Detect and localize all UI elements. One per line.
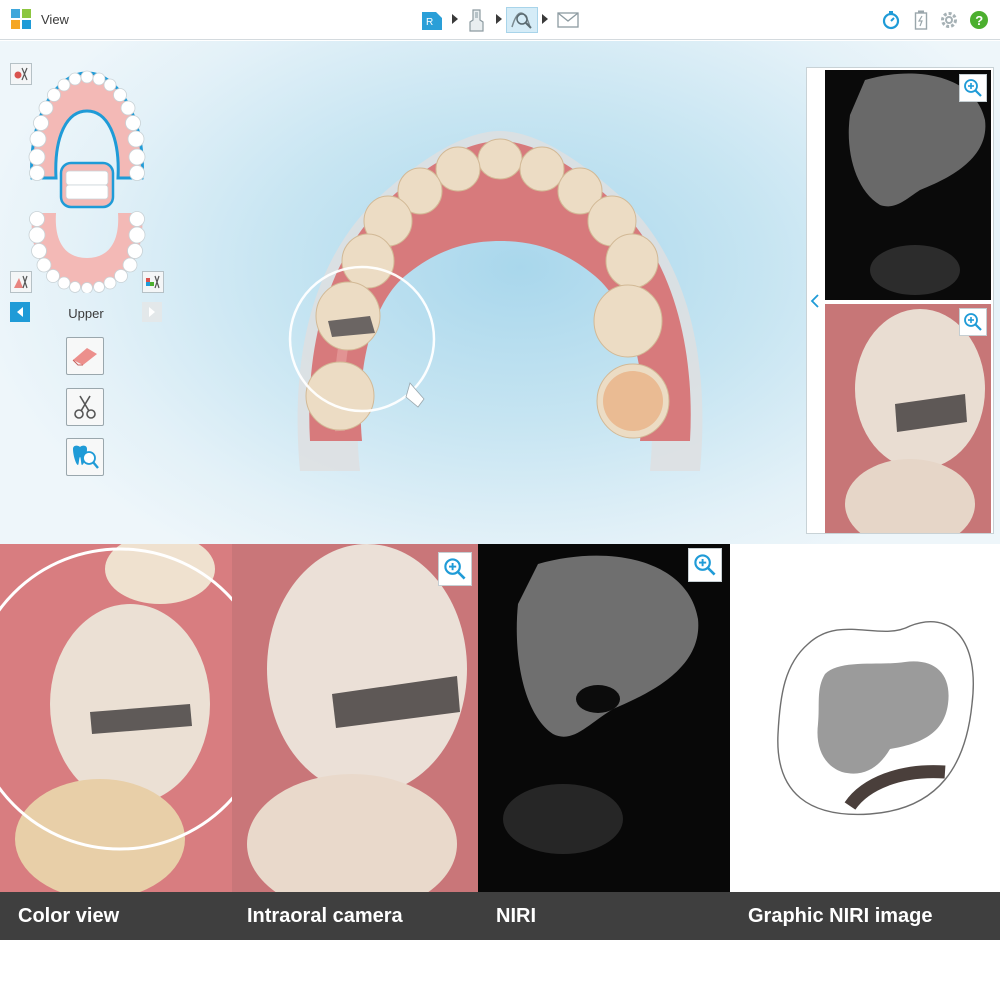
top-toolbar: View R ?	[0, 0, 1000, 40]
caption-niri: NIRI	[496, 905, 536, 927]
scan-step-icon	[469, 9, 484, 32]
comparison-strip	[0, 544, 1000, 892]
eraser-icon	[72, 348, 97, 366]
trim-scissors-icon	[74, 395, 96, 419]
zoom-in-icon	[444, 558, 466, 580]
intraoral-thumbnail-image	[845, 309, 985, 533]
chevron-left-icon	[17, 307, 23, 317]
jaw-next-button[interactable]	[142, 302, 162, 322]
help-button[interactable]: ?	[968, 9, 990, 31]
timer-icon	[882, 11, 900, 30]
color-view-image	[0, 544, 232, 892]
trim-tool-button[interactable]	[66, 388, 104, 426]
battery-icon	[914, 10, 928, 30]
upper-arch-scan[interactable]	[270, 111, 730, 521]
battery-button[interactable]	[910, 9, 932, 31]
jaw-label: Upper	[68, 306, 104, 321]
intraoral-thumbnail[interactable]	[825, 304, 991, 533]
caption-graphic-niri: Graphic NIRI image	[748, 905, 933, 927]
jaw-color-icon	[146, 275, 160, 289]
app-grid-icon[interactable]	[11, 9, 31, 29]
view-toggle-right-button[interactable]	[142, 271, 164, 293]
rx-step-button[interactable]: R	[420, 7, 444, 33]
niri-thumbnail-zoom-button[interactable]	[959, 74, 987, 102]
svg-text:?: ?	[975, 13, 983, 28]
view-step-icon	[511, 12, 532, 29]
intraoral-zoom-button[interactable]	[438, 552, 472, 586]
step-separator-icon	[452, 14, 458, 24]
view-step-button[interactable]	[506, 7, 538, 33]
intraoral-camera-illustration	[247, 544, 467, 892]
step-separator-icon	[496, 14, 502, 24]
niri-side-panel	[806, 67, 994, 534]
send-step-icon	[557, 12, 579, 28]
tooth-zoom-tool-button[interactable]	[66, 438, 104, 476]
intraoral-thumbnail-zoom-button[interactable]	[959, 308, 987, 336]
scan-3d-viewport[interactable]: Upper	[0, 41, 1000, 544]
chevron-left-icon	[810, 294, 819, 308]
jaw-niri-icon	[14, 67, 28, 81]
color-view-illustration	[0, 544, 232, 892]
settings-button[interactable]	[938, 9, 960, 31]
view-toggle-left-button[interactable]	[10, 271, 32, 293]
help-icon: ?	[970, 11, 988, 29]
niri-thumbnail[interactable]	[825, 70, 991, 300]
eraser-tool-button[interactable]	[66, 337, 104, 375]
graphic-niri-illustration	[777, 621, 974, 816]
caption-intraoral-camera: Intraoral camera	[247, 905, 403, 927]
caption-color-view: Color view	[18, 905, 120, 927]
svg-text:R: R	[426, 17, 433, 28]
niri-toggle-upper-button[interactable]	[10, 63, 32, 85]
scan-step-button[interactable]	[464, 7, 490, 33]
niri-image	[478, 544, 730, 892]
intraoral-camera-image	[232, 544, 478, 892]
chevron-right-icon	[149, 307, 155, 317]
gear-icon	[941, 12, 957, 28]
timer-button[interactable]	[880, 9, 902, 31]
jaw-map-diagram[interactable]	[24, 63, 150, 293]
caption-bar: Color view Intraoral camera NIRI Graphic…	[0, 892, 1000, 940]
zoom-in-icon	[694, 554, 716, 576]
niri-zoom-button[interactable]	[688, 548, 722, 582]
rx-step-icon: R	[422, 12, 442, 30]
step-separator-icon	[542, 14, 548, 24]
jaw-shade-icon	[14, 275, 28, 289]
graphic-niri-image	[730, 544, 1000, 892]
zoom-in-icon	[964, 313, 982, 331]
niri-illustration	[503, 555, 699, 854]
send-step-button[interactable]	[555, 7, 581, 33]
collapse-panel-button[interactable]	[806, 291, 824, 311]
tooth-zoom-icon	[73, 445, 99, 469]
jaw-prev-button[interactable]	[10, 302, 30, 322]
zoom-in-icon	[964, 79, 982, 97]
niri-thumbnail-image	[848, 73, 986, 295]
app-window: View R ? Upper Color view Intraoral came…	[0, 0, 1000, 1000]
page-title: View	[41, 12, 69, 27]
